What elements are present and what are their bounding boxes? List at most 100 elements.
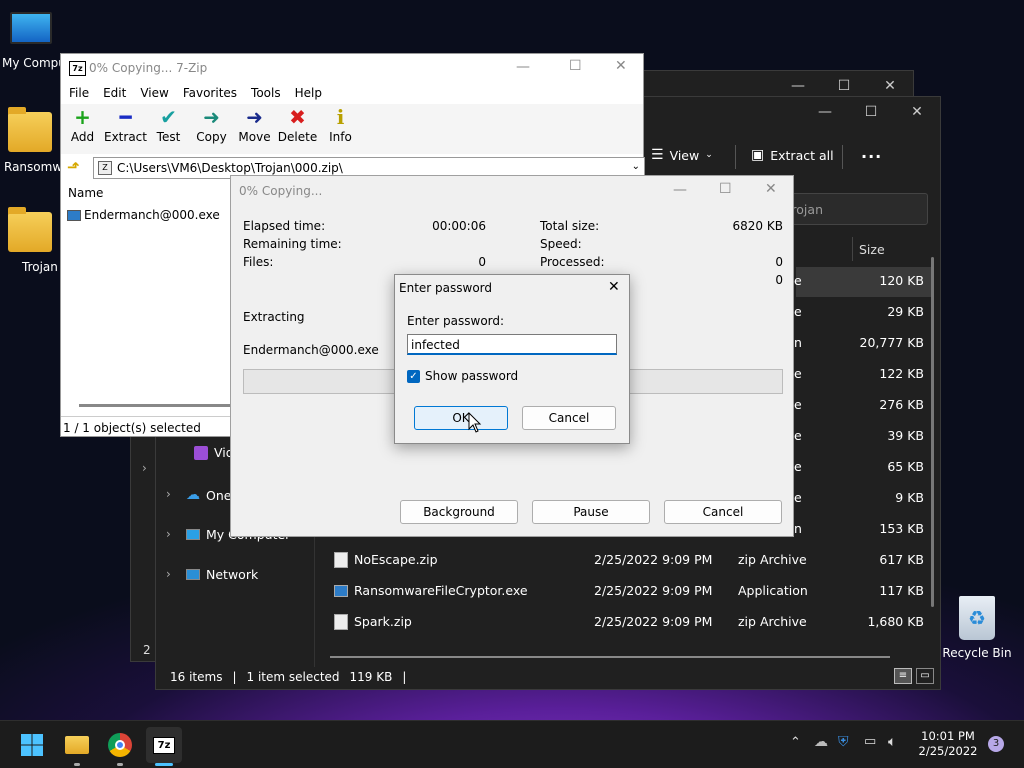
volume-icon[interactable]: 🔈︎ [888, 734, 896, 750]
file-size[interactable]: 122 KB [804, 366, 924, 381]
close-icon[interactable]: ✕ [608, 279, 620, 295]
file-size[interactable]: 65 KB [804, 459, 924, 474]
horizontal-scrollbar[interactable] [79, 404, 231, 407]
column-divider [852, 237, 853, 261]
nav-expand[interactable]: › [142, 461, 147, 475]
desktop-icon-my-computer[interactable]: My Computer [0, 12, 62, 70]
file-row[interactable]: Spark.zip 2/25/2022 9:09 PM zip Archive … [334, 606, 934, 637]
maximize-icon[interactable]: ☐ [848, 97, 894, 127]
maximize-icon[interactable]: ☐ [569, 58, 582, 74]
move-button[interactable]: ➜ Move [233, 104, 276, 154]
horizontal-scrollbar[interactable] [330, 656, 890, 658]
total-size-label: Total size: [540, 219, 600, 233]
list-item[interactable]: Endermanch@000.exe [67, 208, 220, 222]
file-size[interactable]: 9 KB [804, 490, 924, 505]
chevron-down-icon[interactable]: ⌄ [632, 161, 640, 172]
cancel-button[interactable]: Cancel [522, 406, 616, 430]
desktop-icon-label: Ransomware [4, 160, 60, 174]
nav-item-network[interactable]: Network [186, 567, 258, 582]
details-view-button[interactable]: ≡ [894, 668, 912, 684]
menu-help[interactable]: Help [295, 86, 322, 100]
menu-favorites[interactable]: Favorites [183, 86, 237, 100]
file-explorer-taskbar-button[interactable] [61, 729, 93, 761]
pause-button[interactable]: Pause [532, 500, 650, 524]
delete-icon: ✖ [289, 105, 306, 129]
file-name: Spark.zip [354, 614, 412, 629]
minimize-icon[interactable]: — [673, 182, 687, 198]
speed-label: Speed: [540, 237, 582, 251]
start-button[interactable] [16, 729, 48, 761]
processed-label: Processed: [540, 255, 605, 269]
menu-tools[interactable]: Tools [251, 86, 281, 100]
password-prompt: Enter password: [407, 314, 505, 328]
elapsed-time-value: 00:00:06 [432, 219, 486, 233]
file-list: Name Endermanch@000.exe [61, 182, 231, 414]
nav-item-onedrive[interactable]: ☁ OneDrive [186, 487, 230, 503]
tiles-view-button[interactable]: ▭ [916, 668, 934, 684]
desktop-icon-trojan[interactable]: Trojan [0, 207, 60, 274]
maximize-icon[interactable]: ☐ [719, 181, 732, 197]
copy-button[interactable]: ➜ Copy [190, 104, 233, 154]
file-size[interactable]: 39 KB [804, 428, 924, 443]
column-header-name[interactable]: Name [68, 186, 103, 200]
add-button[interactable]: + Add [61, 104, 104, 154]
clock[interactable]: 10:01 PM 2/25/2022 [912, 729, 984, 759]
minimize-icon[interactable]: — [802, 97, 848, 127]
desktop-icon-recycle-bin[interactable]: ♻ Recycle Bin [940, 596, 1014, 660]
more-options-button[interactable]: ... [861, 143, 882, 162]
show-hidden-icons-button[interactable]: ⌃ [790, 735, 801, 750]
test-button[interactable]: ✔ Test [147, 104, 190, 154]
chrome-taskbar-button[interactable] [104, 729, 136, 761]
file-size[interactable]: 276 KB [804, 397, 924, 412]
file-name: RansomwareFileCryptor.exe [354, 583, 528, 598]
nav-expand-onedrive[interactable]: › [166, 487, 171, 501]
sevenzip-taskbar-button[interactable]: 7z [146, 727, 182, 763]
up-folder-button[interactable]: ⬏ [67, 158, 85, 176]
security-icon[interactable]: ⛨ [838, 734, 849, 750]
file-size[interactable]: 29 KB [804, 304, 924, 319]
toolbar: + Add ━ Extract ✔ Test ➜ Copy ➜ Move ✖ D… [61, 104, 643, 154]
file-size[interactable]: 153 KB [804, 521, 924, 536]
minimize-icon[interactable]: — [516, 59, 530, 75]
menu-edit[interactable]: Edit [103, 86, 126, 100]
move-label: Move [238, 130, 271, 144]
file-row[interactable]: NoEscape.zip 2/25/2022 9:09 PM zip Archi… [334, 544, 934, 575]
file-size[interactable]: 120 KB [804, 273, 924, 288]
close-icon[interactable]: ✕ [765, 181, 777, 197]
window-title: 0% Copying... 7-Zip [89, 61, 208, 75]
password-input[interactable]: infected [407, 334, 617, 355]
cancel-button[interactable]: Cancel [664, 500, 782, 524]
menu-view[interactable]: View [140, 86, 168, 100]
notification-badge[interactable]: 3 [988, 736, 1004, 752]
nav-expand-my-computer[interactable]: › [166, 527, 171, 541]
toolbar-divider [842, 145, 843, 169]
extract-all-button[interactable]: ▣ Extract all [751, 147, 834, 163]
info-button[interactable]: i Info [319, 104, 362, 154]
onedrive-offline-icon[interactable]: ☁ [814, 734, 828, 750]
delete-button[interactable]: ✖ Delete [276, 104, 319, 154]
file-type-partial: n [794, 521, 802, 536]
column-header-size[interactable]: Size [859, 242, 885, 257]
desktop-icon-label: My Computer [2, 56, 62, 70]
caption-buttons: — ☐ ✕ [802, 97, 940, 127]
network-icon [186, 569, 200, 580]
file-row[interactable]: RansomwareFileCryptor.exe 2/25/2022 9:09… [334, 575, 934, 606]
show-password-checkbox[interactable]: ✓ Show password [407, 369, 518, 383]
menu-file[interactable]: File [69, 86, 89, 100]
view-button[interactable]: ☰ View ⌄ [651, 147, 713, 163]
file-size[interactable]: 20,777 KB [804, 335, 924, 350]
background-button[interactable]: Background [400, 500, 518, 524]
current-file-label: Endermanch@000.exe [243, 343, 379, 357]
extract-button[interactable]: ━ Extract [104, 104, 147, 154]
nav-item-label: Network [206, 567, 259, 582]
desktop-icon-ransomware[interactable]: Ransomware [0, 107, 60, 174]
show-password-label: Show password [425, 369, 519, 383]
close-icon[interactable]: ✕ [615, 58, 627, 74]
file-size: 117 KB [879, 583, 924, 598]
network-icon[interactable]: ▭ [864, 734, 876, 749]
mouse-cursor-icon [468, 412, 482, 433]
close-icon[interactable]: ✕ [894, 97, 940, 127]
nav-item-videos[interactable]: Videos [194, 445, 234, 460]
nav-expand-network[interactable]: › [166, 567, 171, 581]
ok-button[interactable]: OK [414, 406, 508, 430]
